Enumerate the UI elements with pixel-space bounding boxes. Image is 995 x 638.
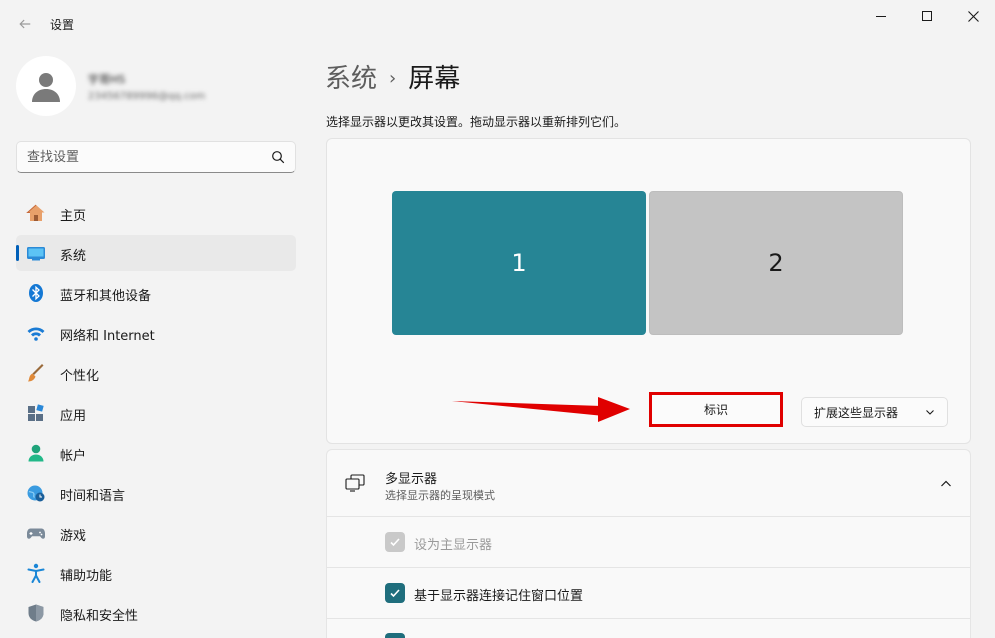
option-label: 设为主显示器 — [414, 538, 493, 553]
gamepad-icon — [26, 523, 46, 543]
sidebar-item-time-language[interactable]: 时间和语言 — [16, 475, 296, 511]
option-row: 基于显示器连接记住窗口位置 — [326, 568, 971, 619]
sidebar-item-bluetooth[interactable]: 蓝牙和其他设备 — [16, 275, 296, 311]
chevron-down-icon — [926, 410, 934, 415]
option-row-partial — [326, 619, 971, 638]
profile-email: 23456789996@qq.com — [88, 91, 206, 102]
sidebar-item-accounts[interactable]: 帐户 — [16, 435, 296, 471]
sidebar-nav: 主页 系统 蓝牙和其他设备 网络和 Internet 个性化 应用 帐户 时间和… — [16, 195, 296, 635]
remember-window-locations-checkbox[interactable] — [385, 583, 405, 603]
minimize-icon — [876, 15, 886, 17]
accessibility-icon — [26, 563, 46, 583]
clock-globe-icon — [26, 483, 46, 503]
sidebar-item-label: 个性化 — [60, 369, 100, 384]
multiple-displays-section[interactable]: 多显示器 选择显示器的呈现模式 — [326, 449, 971, 517]
sidebar-item-label: 系统 — [60, 249, 87, 264]
breadcrumb: 系统 › 屏幕 — [325, 58, 460, 95]
account-icon — [26, 443, 46, 463]
monitor-2[interactable]: 2 — [649, 191, 903, 335]
monitor-number: 1 — [511, 249, 527, 277]
sidebar-item-system[interactable]: 系统 — [16, 235, 296, 271]
app-title: 设置 — [50, 18, 75, 32]
sidebar-item-label: 时间和语言 — [60, 489, 126, 504]
search-icon[interactable] — [271, 150, 285, 164]
sidebar-item-label: 游戏 — [60, 529, 87, 544]
section-title: 多显示器 — [385, 472, 438, 487]
apps-icon — [26, 403, 46, 423]
sidebar-item-label: 网络和 Internet — [60, 329, 155, 344]
sidebar-item-apps[interactable]: 应用 — [16, 395, 296, 431]
system-icon — [26, 243, 46, 263]
checkmark-icon — [390, 538, 400, 547]
display-mode-dropdown[interactable]: 扩展这些显示器 — [801, 397, 948, 427]
identify-button[interactable]: 标识 — [649, 392, 783, 427]
chevron-up-icon[interactable] — [940, 478, 952, 490]
breadcrumb-separator: › — [389, 68, 397, 89]
breadcrumb-parent[interactable]: 系统 — [325, 64, 377, 94]
option-checkbox[interactable] — [385, 633, 405, 638]
sidebar-item-label: 蓝牙和其他设备 — [60, 289, 152, 304]
monitor-1[interactable]: 1 — [392, 191, 646, 335]
maximize-icon — [922, 11, 932, 21]
sidebar-item-label: 隐私和安全性 — [60, 609, 139, 624]
page-title: 屏幕 — [408, 64, 461, 94]
multiple-displays-icon — [345, 474, 365, 492]
sidebar-item-label: 帐户 — [60, 449, 87, 464]
back-button[interactable] — [14, 13, 36, 35]
sidebar-item-network[interactable]: 网络和 Internet — [16, 315, 296, 351]
wifi-icon — [26, 323, 46, 343]
avatar — [16, 56, 76, 116]
maximize-button[interactable] — [904, 0, 950, 32]
dropdown-value: 扩展这些显示器 — [814, 405, 899, 420]
brush-icon — [26, 363, 46, 383]
red-arrow-annotation — [452, 397, 630, 422]
sidebar-item-label: 辅助功能 — [60, 569, 113, 584]
search-box — [16, 141, 296, 173]
sidebar-item-personalization[interactable]: 个性化 — [16, 355, 296, 391]
section-subtitle: 选择显示器的呈现模式 — [385, 489, 495, 502]
monitor-number: 2 — [768, 249, 784, 277]
back-arrow-icon — [19, 19, 31, 29]
minimize-button[interactable] — [858, 0, 904, 32]
checkmark-icon — [390, 589, 400, 598]
user-profile[interactable]: 宇哥HS 23456789996@qq.com — [16, 56, 296, 120]
title-bar: 设置 — [0, 0, 995, 48]
sidebar-item-accessibility[interactable]: 辅助功能 — [16, 555, 296, 591]
user-silhouette-icon — [32, 73, 60, 102]
sidebar-item-label: 应用 — [60, 409, 87, 424]
sidebar-item-home[interactable]: 主页 — [16, 195, 296, 231]
close-button[interactable] — [950, 0, 995, 32]
arrange-description: 选择显示器以更改其设置。拖动显示器以重新排列它们。 — [326, 115, 627, 129]
bluetooth-icon — [26, 283, 46, 303]
option-label: 基于显示器连接记住窗口位置 — [414, 589, 584, 604]
profile-name: 宇哥HS — [88, 73, 126, 86]
search-input[interactable] — [17, 142, 267, 172]
close-icon — [967, 10, 979, 22]
home-icon — [26, 203, 46, 223]
option-row: 设为主显示器 — [326, 517, 971, 568]
sidebar-item-gaming[interactable]: 游戏 — [16, 515, 296, 551]
shield-icon — [26, 603, 46, 623]
sidebar-item-privacy[interactable]: 隐私和安全性 — [16, 595, 296, 631]
sidebar-item-label: 主页 — [60, 209, 87, 224]
make-main-display-checkbox[interactable] — [385, 532, 405, 552]
